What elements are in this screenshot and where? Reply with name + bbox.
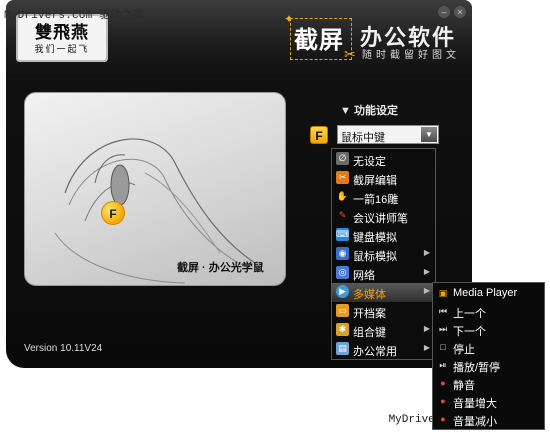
menu-item-none[interactable]: ∅ 无设定 xyxy=(332,150,435,169)
office-icon: ▤ xyxy=(336,342,349,355)
multimedia-submenu: ▣ Media Player ⏮ 上一个 ⏭ 下一个 □ 停止 ⏯ 播放/暂停 … xyxy=(432,282,545,430)
menu-item-label: 开档案 xyxy=(353,308,386,320)
menu-item-label: 无设定 xyxy=(353,156,386,168)
brand-tagline: 随时截留好图文 xyxy=(362,50,460,61)
function-settings-title: ▼ 功能设定 xyxy=(340,105,398,117)
next-icon: ⏭ xyxy=(438,324,448,334)
submenu-item-play-pause[interactable]: ⏯ 播放/暂停 xyxy=(433,356,544,375)
f-key-icon: F xyxy=(310,126,328,144)
submenu-item-label: 上一个 xyxy=(453,308,486,320)
mouse-icon: ◉ xyxy=(336,247,349,260)
submenu-item-label: Media Player xyxy=(453,287,518,299)
watermark-top: MyDrivers.com 驱动之家 xyxy=(4,10,145,22)
menu-item-label: 会议讲师笔 xyxy=(353,213,408,225)
chevron-right-icon: ▶ xyxy=(423,267,430,276)
combo-key-icon: ✱ xyxy=(336,323,349,336)
function-select-value: 鼠标中键 xyxy=(341,132,385,144)
menu-item-hotkey[interactable]: ✱ 组合键 ▶ xyxy=(332,321,435,340)
submenu-item-next[interactable]: ⏭ 下一个 xyxy=(433,320,544,339)
chevron-right-icon: ▶ xyxy=(423,286,430,295)
scissors-icon: ✂ xyxy=(344,46,356,62)
menu-item-label: 一箭16雕 xyxy=(353,194,399,206)
submenu-item-volume-up[interactable]: ● 音量增大 xyxy=(433,392,544,411)
chevron-right-icon: ▶ xyxy=(423,343,430,352)
chevron-right-icon: ▶ xyxy=(423,324,430,333)
submenu-item-label: 停止 xyxy=(453,344,475,356)
play-pause-icon: ⏯ xyxy=(439,360,447,370)
menu-item-keyboard[interactable]: ⌨ 键盘模拟 xyxy=(332,226,435,245)
submenu-item-label: 播放/暂停 xyxy=(453,362,501,374)
chevron-down-icon[interactable]: ▼ xyxy=(421,127,437,142)
chevron-right-icon: ▶ xyxy=(423,248,430,257)
menu-item-label: 截屏编辑 xyxy=(353,175,397,187)
menu-item-lecture-pen[interactable]: ✎ 会议讲师笔 xyxy=(332,207,435,226)
screenshot-edit-icon: ✂ xyxy=(336,171,349,184)
menu-item-label: 组合键 xyxy=(353,327,386,339)
menu-item-screenshot-edit[interactable]: ✂ 截屏编辑 xyxy=(332,169,435,188)
menu-item-mouse[interactable]: ◉ 鼠标模拟 ▶ xyxy=(332,245,435,264)
folder-icon: ▭ xyxy=(336,304,349,317)
menu-item-label: 键盘模拟 xyxy=(353,232,397,244)
pen-icon: ✎ xyxy=(338,210,347,220)
menu-item-label: 网络 xyxy=(353,270,375,282)
none-icon: ∅ xyxy=(336,152,349,165)
mouse-preview-panel: 截屏 · 办公光学鼠 xyxy=(24,92,286,286)
function-select[interactable]: 鼠标中键 ▼ xyxy=(337,125,439,144)
f-key-marker: F xyxy=(101,201,125,225)
submenu-item-label: 音量减小 xyxy=(453,416,497,428)
submenu-item-mute[interactable]: ● 静音 xyxy=(433,374,544,393)
menu-item-multi[interactable]: ✋ 一箭16雕 xyxy=(332,188,435,207)
menu-item-open-file[interactable]: ▭ 开档案 xyxy=(332,302,435,321)
media-icon: ▶ xyxy=(336,285,349,298)
menu-item-network[interactable]: ◎ 网络 ▶ xyxy=(332,264,435,283)
submenu-item-stop[interactable]: □ 停止 xyxy=(433,338,544,357)
menu-item-office[interactable]: ▤ 办公常用 ▶ xyxy=(332,340,435,359)
submenu-item-previous[interactable]: ⏮ 上一个 xyxy=(433,302,544,321)
mute-icon: ● xyxy=(440,378,446,388)
keyboard-icon: ⌨ xyxy=(336,228,349,241)
stop-icon: □ xyxy=(440,342,446,352)
menu-item-label: 办公常用 xyxy=(353,346,397,358)
submenu-item-label: 静音 xyxy=(453,380,475,392)
menu-item-multimedia[interactable]: ▶ 多媒体 ▶ xyxy=(332,283,435,302)
close-icon[interactable]: × xyxy=(454,6,466,18)
menu-item-label: 鼠标模拟 xyxy=(353,251,397,263)
media-player-icon: ▣ xyxy=(438,288,448,298)
network-icon: ◎ xyxy=(336,266,349,279)
product-caption: 截屏 · 办公光学鼠 xyxy=(177,262,264,274)
logo-slogan: 我们一起飞 xyxy=(34,44,90,54)
submenu-item-volume-down[interactable]: ● 音量减小 xyxy=(433,410,544,429)
submenu-item-label: 音量增大 xyxy=(453,398,497,410)
hand-icon: ✋ xyxy=(336,191,349,201)
submenu-item-label: 下一个 xyxy=(453,326,486,338)
mouse-illustration xyxy=(54,138,256,284)
menu-item-label: 多媒体 xyxy=(353,289,386,301)
previous-icon: ⏮ xyxy=(438,306,448,316)
volume-down-icon: ● xyxy=(440,414,446,424)
volume-up-icon: ● xyxy=(440,396,446,406)
version-label: Version 10.11V24 xyxy=(24,343,103,354)
brand-primary: 截屏 xyxy=(294,27,344,54)
minimize-icon[interactable]: – xyxy=(438,6,450,18)
submenu-item-media-player[interactable]: ▣ Media Player xyxy=(433,284,544,303)
function-dropdown-menu: ∅ 无设定 ✂ 截屏编辑 ✋ 一箭16雕 ✎ 会议讲师笔 ⌨ 键盘模拟 ◉ 鼠标… xyxy=(331,148,436,360)
